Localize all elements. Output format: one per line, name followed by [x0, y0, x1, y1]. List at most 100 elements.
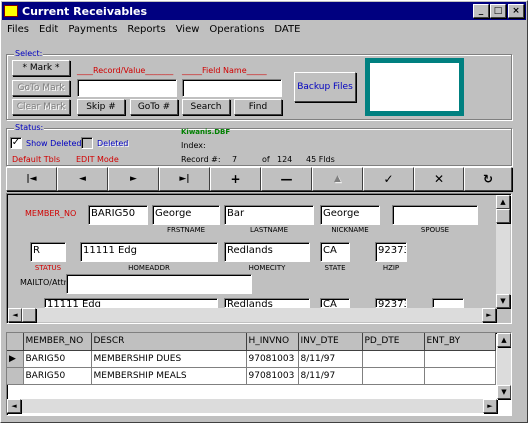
table-cell[interactable]: 97081003	[246, 350, 299, 368]
grid-horizontal-scrollbar[interactable]: ◄ ►	[7, 399, 497, 413]
next-record-button[interactable]: ►	[108, 167, 159, 191]
grid-vertical-scrollbar[interactable]: ▲ ▼	[497, 333, 511, 399]
column-header-h-invno[interactable]: H_INVNO	[246, 333, 299, 351]
field-name-input[interactable]	[182, 79, 282, 97]
menu-files[interactable]: Files	[2, 24, 34, 35]
show-deleted-label: Show Deleted	[26, 139, 82, 148]
table-cell[interactable]	[362, 367, 425, 385]
row3-state-field[interactable]: CA	[320, 298, 350, 308]
column-header-pd-dte[interactable]: PD_DTE	[362, 333, 425, 351]
grid-scroll-up-icon[interactable]: ▲	[497, 333, 511, 347]
form-vertical-scrollbar[interactable]: ▲ ▼	[496, 195, 510, 308]
menu-date[interactable]: DATE	[269, 24, 305, 35]
maximize-button[interactable]: □	[490, 4, 506, 18]
scroll-down-icon[interactable]: ▼	[496, 294, 510, 308]
cancel-record-button[interactable]: ✕	[414, 167, 464, 191]
scroll-right-icon[interactable]: ►	[482, 308, 496, 322]
state-caption: STATE	[324, 264, 346, 272]
scroll-thumb[interactable]	[496, 209, 510, 223]
record-total: 124	[277, 155, 293, 164]
first-record-button[interactable]: |◄	[6, 167, 57, 191]
current-row-indicator-icon: ▶	[7, 350, 24, 368]
record-number: 7	[232, 155, 238, 164]
goto-button[interactable]: GoTo #	[130, 99, 178, 115]
clear-mark-button[interactable]: Clear Mark	[12, 99, 70, 115]
menu-reports[interactable]: Reports	[122, 24, 170, 35]
column-header-descr[interactable]: DESCR	[91, 333, 247, 351]
record-label: Record #:	[181, 155, 221, 164]
homecity-field[interactable]: Redlands	[224, 242, 310, 262]
spouse-field[interactable]	[392, 205, 478, 225]
grid-scroll-right-icon[interactable]: ►	[483, 399, 497, 413]
hscroll-thumb[interactable]	[22, 308, 36, 322]
member-no-field[interactable]: BARIG50	[88, 205, 148, 225]
table-cell[interactable]	[424, 367, 496, 385]
form-horizontal-scrollbar[interactable]: ◄ ►	[8, 308, 496, 322]
close-button[interactable]: ×	[508, 4, 524, 18]
table-cell[interactable]: 97081003	[246, 367, 299, 385]
search-button[interactable]: Search	[182, 99, 230, 115]
table-cell[interactable]	[424, 350, 496, 368]
menu-operations[interactable]: Operations	[204, 24, 269, 35]
last-record-button[interactable]: ►|	[159, 167, 210, 191]
lastname-field[interactable]: Bar	[224, 205, 314, 225]
table-cell[interactable]: BARIG50	[23, 350, 92, 368]
status-field[interactable]: R	[30, 242, 66, 262]
table-cell[interactable]: 8/11/97	[298, 367, 363, 385]
mark-button[interactable]: * Mark *	[12, 60, 70, 76]
previous-record-button[interactable]: ◄	[57, 167, 108, 191]
table-cell[interactable]: MEMBERSHIP MEALS	[91, 367, 247, 385]
show-deleted-checkbox[interactable]: ✓	[10, 137, 22, 149]
homeaddr-field[interactable]: 11111 Edg	[80, 242, 218, 262]
grid-scroll-down-icon[interactable]: ▼	[497, 385, 511, 399]
column-header-inv-dte[interactable]: INV_DTE	[298, 333, 363, 351]
homeaddr-caption: HOMEADDR	[128, 264, 170, 272]
refresh-button[interactable]: ↻	[464, 167, 512, 191]
hzip-field[interactable]: 92373	[375, 242, 407, 262]
deleted-checkbox[interactable]	[81, 137, 93, 149]
table-row[interactable]: BARIG50 MEMBERSHIP MEALS 97081003 8/11/9…	[7, 367, 496, 385]
menu-bar: Files Edit Payments Reports View Operati…	[2, 20, 526, 38]
delete-record-button[interactable]: —	[261, 167, 312, 191]
row3-extra-field[interactable]	[432, 298, 464, 308]
table-row[interactable]: ▶ BARIG50 MEMBERSHIP DUES 97081003 8/11/…	[7, 350, 496, 368]
post-record-button[interactable]: ✓	[363, 167, 414, 191]
goto-mark-button[interactable]: GoTo Mark	[12, 80, 70, 96]
data-grid: MEMBER_NO DESCR H_INVNO INV_DTE PD_DTE E…	[6, 332, 512, 416]
record-value-input[interactable]	[77, 79, 177, 97]
teal-frame	[365, 58, 464, 116]
mailto-field[interactable]	[66, 274, 252, 294]
table-cell[interactable]: MEMBERSHIP DUES	[91, 350, 247, 368]
row3-addr-field[interactable]: 11111 Edg	[44, 298, 218, 308]
table-cell[interactable]	[362, 350, 425, 368]
minimize-button[interactable]: _	[473, 4, 489, 18]
find-button[interactable]: Find	[234, 99, 282, 115]
skip-button[interactable]: Skip #	[77, 99, 125, 115]
menu-view[interactable]: View	[171, 24, 205, 35]
nickname-field[interactable]: George	[320, 205, 380, 225]
row3-zip-field[interactable]: 92373	[375, 298, 407, 308]
add-record-button[interactable]: +	[210, 167, 261, 191]
state-field[interactable]: CA	[320, 242, 350, 262]
row3-city-field[interactable]: Redlands	[224, 298, 310, 308]
title-bar[interactable]: Current Receivables _ □ ×	[2, 2, 526, 20]
grid-scroll-left-icon[interactable]: ◄	[7, 399, 21, 413]
scroll-left-icon[interactable]: ◄	[8, 308, 22, 322]
column-header-member-no[interactable]: MEMBER_NO	[23, 333, 92, 351]
scroll-up-icon[interactable]: ▲	[496, 195, 510, 209]
status-group-label: Status:	[14, 123, 45, 132]
frstname-field[interactable]: George	[152, 205, 220, 225]
spouse-caption: SPOUSE	[420, 226, 450, 234]
table-cell[interactable]: BARIG50	[23, 367, 92, 385]
mailto-label: MAILTO/Attn:	[20, 278, 72, 287]
backup-files-button[interactable]: Backup Files	[294, 72, 356, 102]
menu-payments[interactable]: Payments	[63, 24, 122, 35]
dbf-name: Kiwanis.DBF	[181, 128, 231, 136]
row-indicator	[7, 367, 24, 385]
menu-edit[interactable]: Edit	[34, 24, 63, 35]
of-label: of	[262, 155, 270, 164]
edit-record-button[interactable]: ▲	[312, 167, 363, 191]
table-cell[interactable]: 8/11/97	[298, 350, 363, 368]
default-tbls-label: Default Tbls	[12, 155, 61, 164]
column-header-ent-by[interactable]: ENT_BY	[424, 333, 496, 351]
